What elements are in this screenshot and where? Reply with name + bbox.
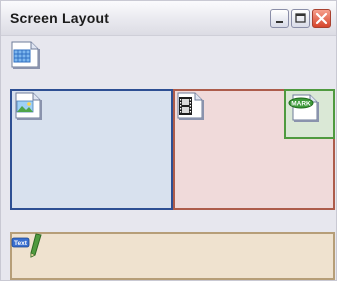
title-bar[interactable]: Screen Layout — [1, 1, 336, 36]
minimize-icon — [276, 21, 283, 23]
minimize-button[interactable] — [270, 9, 289, 28]
grid-document-icon[interactable] — [9, 40, 41, 70]
layout-canvas[interactable]: MARK Text — [1, 36, 336, 280]
window-title: Screen Layout — [10, 10, 110, 26]
maximize-icon — [295, 13, 306, 23]
close-icon — [315, 12, 328, 25]
mark-badge-text: MARK — [291, 100, 311, 107]
screen-layout-window: Screen Layout MARK Text — [0, 0, 337, 281]
text-region[interactable] — [10, 232, 335, 280]
mark-document-icon[interactable]: MARK — [288, 93, 320, 123]
close-button[interactable] — [312, 9, 331, 28]
image-document-icon[interactable] — [13, 91, 43, 121]
text-pen-icon[interactable]: Text — [11, 232, 47, 260]
maximize-button[interactable] — [291, 9, 310, 28]
film-document-icon[interactable] — [175, 91, 205, 121]
text-badge-text: Text — [14, 240, 28, 247]
